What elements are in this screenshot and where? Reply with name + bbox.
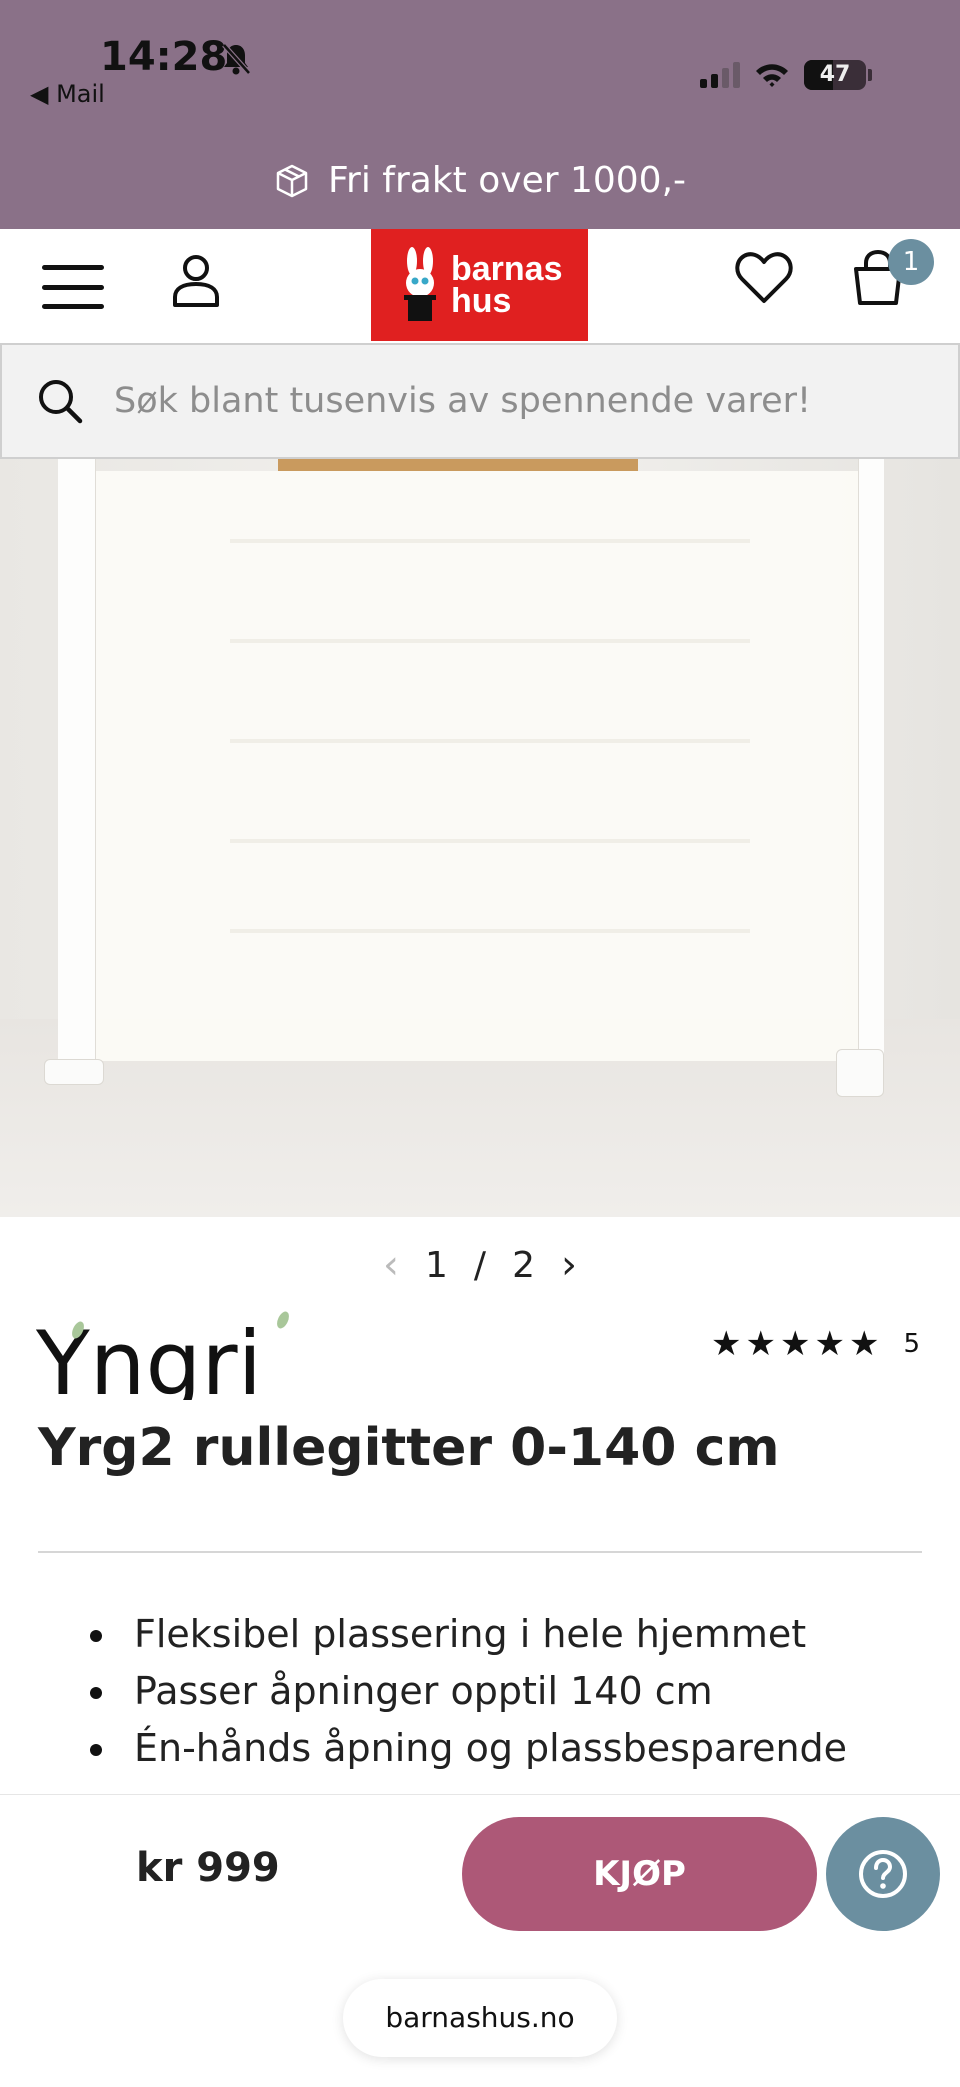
brand-logo[interactable]: Yngri <box>36 1310 296 1400</box>
help-icon <box>859 1850 907 1898</box>
gate-foot-right <box>836 1049 884 1097</box>
buy-button[interactable]: KJØP <box>462 1817 817 1931</box>
gallery-separator: / <box>473 1244 487 1286</box>
product-price: kr 999 <box>136 1845 280 1891</box>
feature-item: Passer åpninger opptil 140 cm <box>90 1669 847 1726</box>
gate-post-left <box>58 459 96 1069</box>
star-icon: ★ <box>814 1324 845 1364</box>
back-to-mail-link[interactable]: ◀ Mail <box>30 80 105 108</box>
status-time: 14:28 <box>100 34 228 80</box>
gallery-current: 1 <box>425 1244 448 1286</box>
product-rating[interactable]: ★ ★ ★ ★ ★ 5 <box>711 1326 920 1362</box>
stair-shadow <box>230 639 750 643</box>
bell-slash-icon <box>222 43 251 75</box>
search-bar <box>0 343 960 459</box>
star-icon: ★ <box>745 1324 776 1364</box>
rating-count: 5 <box>903 1329 920 1359</box>
product-title: Yrg2 rullegitter 0-140 cm <box>38 1418 780 1478</box>
status-indicators: 47 <box>700 60 872 90</box>
star-icon: ★ <box>780 1324 811 1364</box>
search-icon[interactable] <box>36 377 84 425</box>
package-icon <box>276 164 308 197</box>
divider <box>38 1551 922 1553</box>
logo-text: barnas hus <box>451 250 563 320</box>
battery-tip <box>868 69 872 81</box>
logo-line-2: hus <box>451 282 512 320</box>
chevron-left-icon[interactable]: ‹ <box>383 1242 399 1288</box>
feature-item: Én-hånds åpning og plassbesparende <box>90 1726 847 1783</box>
stair-shadow <box>230 739 750 743</box>
feature-list: Fleksibel plassering i hele hjemmet Pass… <box>90 1612 847 1783</box>
wifi-icon <box>756 64 788 87</box>
image-stair-step <box>278 459 638 471</box>
star-icon: ★ <box>848 1324 880 1364</box>
site-logo[interactable]: barnas hus <box>371 229 588 341</box>
promo-text: Fri frakt over 1000,- <box>327 160 687 201</box>
gate-mesh <box>90 471 860 1061</box>
stair-shadow <box>230 929 750 933</box>
gate-post-right <box>858 459 884 1079</box>
menu-icon[interactable] <box>42 265 104 309</box>
browser-url[interactable]: barnashus.no <box>343 1979 617 2057</box>
feature-item: Fleksibel plassering i hele hjemmet <box>90 1612 847 1669</box>
cart-count-badge: 1 <box>888 239 934 285</box>
chevron-right-icon[interactable]: › <box>561 1242 577 1288</box>
promo-banner: Fri frakt over 1000,- <box>0 160 960 201</box>
brand-name: Yngri <box>36 1312 262 1400</box>
user-icon[interactable] <box>170 253 222 309</box>
site-header: barnas hus 1 <box>0 229 960 343</box>
stair-shadow <box>230 539 750 543</box>
gate-foot-left <box>44 1059 104 1085</box>
back-label: Mail <box>56 80 105 108</box>
purchase-bar: kr 999 KJØP barnashus.no <box>0 1794 960 2087</box>
gallery-pager: ‹ 1 / 2 › <box>0 1240 960 1290</box>
rabbit-hat-logo-icon <box>404 247 436 321</box>
battery-icon: 47 <box>804 60 866 90</box>
help-button[interactable] <box>826 1817 940 1931</box>
heart-icon[interactable] <box>735 251 793 305</box>
signal-icon <box>700 62 740 88</box>
product-image[interactable] <box>0 459 960 1217</box>
rating-stars: ★ ★ ★ ★ ★ <box>711 1326 879 1362</box>
gallery-total: 2 <box>512 1244 535 1286</box>
logo-line-1: barnas <box>451 250 563 288</box>
star-icon: ★ <box>711 1324 742 1364</box>
stair-shadow <box>230 839 750 843</box>
top-band: 14:28 ◀ Mail 47 Fri frakt over 1000,- <box>0 0 960 229</box>
battery-percent: 47 <box>819 62 851 87</box>
search-input[interactable] <box>114 381 914 421</box>
